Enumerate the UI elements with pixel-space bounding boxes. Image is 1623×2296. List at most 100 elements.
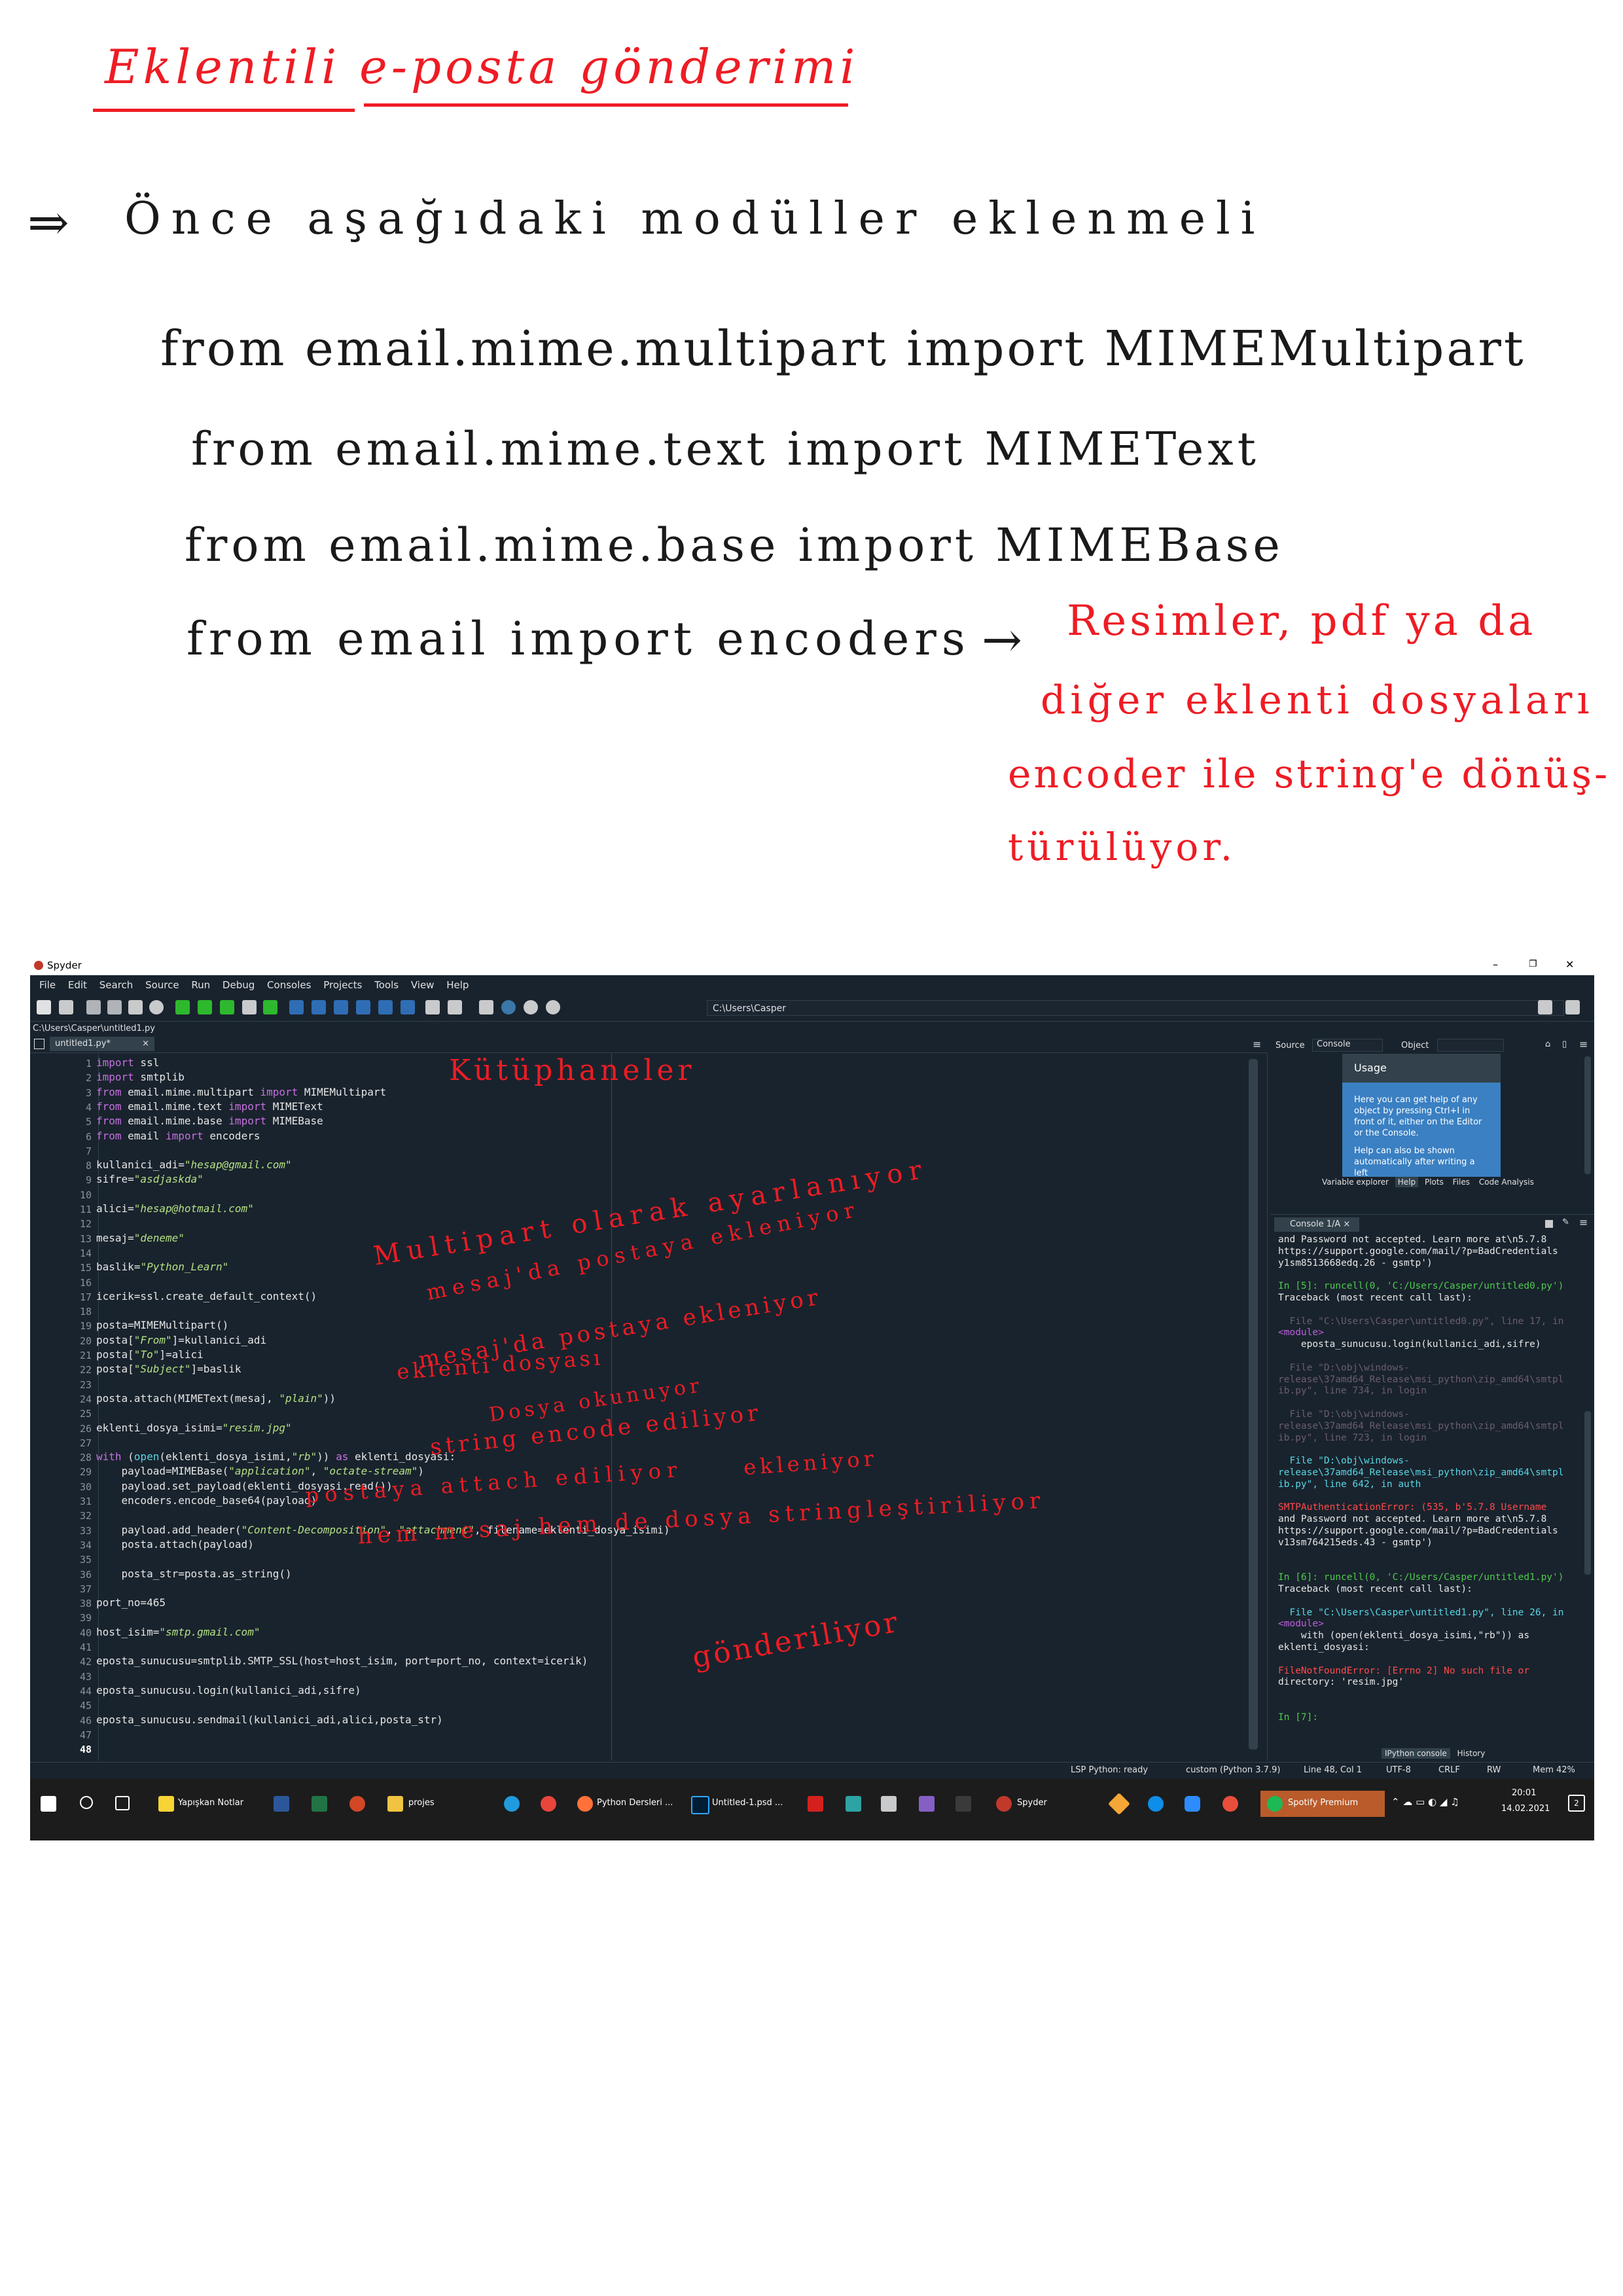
spotify-icon[interactable] (1267, 1796, 1283, 1812)
list-icon[interactable] (128, 1000, 143, 1014)
taskbar-app-python-dersleri[interactable]: Python Dersleri ... (597, 1792, 673, 1814)
menu-run[interactable]: Run (191, 975, 210, 995)
excel-icon[interactable] (312, 1796, 327, 1812)
fullscreen-icon[interactable] (448, 1000, 462, 1014)
stop-kernel-icon[interactable] (1545, 1220, 1553, 1228)
menu-view[interactable]: View (411, 975, 435, 995)
save-icon[interactable] (86, 1000, 101, 1014)
python-path-icon[interactable] (501, 1000, 516, 1014)
at-icon[interactable] (149, 1000, 164, 1014)
menu-debug[interactable]: Debug (223, 975, 255, 995)
menu-source[interactable]: Source (145, 975, 179, 995)
continue-icon[interactable] (378, 1000, 393, 1014)
rerun-icon[interactable] (263, 1000, 277, 1014)
menu-projects[interactable]: Projects (323, 975, 362, 995)
windows-start-icon[interactable] (41, 1796, 56, 1812)
stop-debug-icon[interactable] (401, 1000, 415, 1014)
taskbar-app-spyder[interactable]: Spyder (1017, 1792, 1047, 1814)
step-icon[interactable] (312, 1000, 326, 1014)
forward-arrow-icon[interactable] (546, 1000, 560, 1014)
help-scrollbar[interactable] (1584, 1056, 1591, 1174)
tab-console-1a[interactable]: Console 1/A × (1274, 1217, 1359, 1232)
tools-icon[interactable] (881, 1796, 897, 1812)
edge-icon[interactable] (504, 1796, 520, 1812)
word-icon[interactable] (274, 1796, 289, 1812)
run-cell-advance-icon[interactable] (220, 1000, 234, 1014)
taskbar-app-sticky-notes[interactable]: Yapışkan Notlar (178, 1792, 243, 1814)
app-diamond-icon[interactable] (1108, 1793, 1130, 1815)
clear-console-icon[interactable]: ✎ (1562, 1217, 1569, 1227)
restore-button[interactable]: ❐ (1529, 959, 1537, 969)
search-icon[interactable] (80, 1796, 93, 1809)
source-select[interactable]: Console (1312, 1039, 1383, 1052)
browse-tabs-icon[interactable] (34, 1039, 45, 1049)
tab-history[interactable]: History (1454, 1748, 1489, 1759)
terminal-icon[interactable] (955, 1796, 971, 1812)
menu-file[interactable]: File (39, 975, 56, 995)
visual-studio-icon[interactable] (919, 1796, 935, 1812)
record-icon[interactable] (1222, 1796, 1238, 1812)
tab-untitled1[interactable]: untitled1.py* × (50, 1037, 154, 1051)
run-icon[interactable] (175, 1000, 190, 1014)
run-selection-icon[interactable] (242, 1000, 257, 1014)
console-scrollbar[interactable] (1584, 1411, 1591, 1575)
task-view-icon[interactable] (115, 1796, 130, 1810)
object-input[interactable] (1437, 1039, 1504, 1052)
powerpoint-icon[interactable] (349, 1796, 365, 1812)
step-into-icon[interactable] (334, 1000, 348, 1014)
preferences-icon[interactable] (479, 1000, 493, 1014)
working-directory-input[interactable]: C:\Users\Casper (707, 1000, 1564, 1016)
firefox-icon[interactable] (577, 1796, 593, 1812)
teamviewer-icon[interactable] (1148, 1796, 1164, 1812)
home-icon[interactable]: ⌂ (1545, 1039, 1550, 1049)
tab-close-icon[interactable]: × (142, 1037, 149, 1051)
photoshop-icon[interactable] (691, 1796, 709, 1814)
menu-search[interactable]: Search (99, 975, 134, 995)
sticky-notes-icon[interactable] (158, 1796, 174, 1812)
acrobat-icon[interactable] (808, 1796, 823, 1812)
lock-icon[interactable]: ▯ (1562, 1039, 1567, 1049)
tab-variable-explorer[interactable]: Variable explorer (1319, 1177, 1391, 1187)
spyder-taskbar-icon[interactable] (996, 1796, 1012, 1812)
menu-edit[interactable]: Edit (68, 975, 87, 995)
clock-time[interactable]: 20:01 (1512, 1788, 1536, 1798)
editor-scrollbar[interactable] (1249, 1059, 1258, 1749)
taskbar-app-spotify[interactable]: Spotify Premium (1288, 1792, 1358, 1814)
taskbar-app-projes[interactable]: projes (408, 1792, 435, 1814)
close-button[interactable]: ✕ (1565, 958, 1574, 971)
maximize-pane-icon[interactable] (425, 1000, 440, 1014)
notification-icon[interactable]: 2 (1568, 1795, 1585, 1812)
line-number: 41 (79, 1641, 92, 1653)
tab-plots[interactable]: Plots (1421, 1177, 1446, 1187)
help-options-icon[interactable]: ≡ (1579, 1038, 1588, 1050)
app-3-icon[interactable] (846, 1796, 861, 1812)
line-number: 34 (79, 1539, 92, 1551)
menu-help[interactable]: Help (446, 975, 469, 995)
save-all-icon[interactable] (107, 1000, 122, 1014)
tab-code-analysis[interactable]: Code Analysis (1476, 1177, 1537, 1187)
code-editor[interactable]: 1 2 3 4 5 6 7 8 9 10 11 12 13 14 15 16 17 18 19 20 21 22 23 24 2… (30, 1054, 1268, 1761)
new-file-icon[interactable] (37, 1000, 51, 1014)
run-cell-icon[interactable] (198, 1000, 212, 1014)
menu-tools[interactable]: Tools (374, 975, 399, 995)
browse-folder-icon[interactable] (1538, 1000, 1552, 1014)
console-options-icon[interactable]: ≡ (1579, 1216, 1588, 1229)
line-number: 19 (79, 1320, 92, 1333)
menu-consoles[interactable]: Consoles (267, 975, 311, 995)
tab-files[interactable]: Files (1450, 1177, 1473, 1187)
tray-icons[interactable]: ⌃ ☁ ▭ ◐ ◢ ♫ (1391, 1796, 1459, 1808)
open-file-icon[interactable] (59, 1000, 73, 1014)
zoom-icon[interactable] (1185, 1796, 1200, 1812)
clock-date[interactable]: 14.02.2021 (1501, 1804, 1550, 1814)
minimize-button[interactable]: – (1493, 958, 1498, 971)
debug-icon[interactable] (289, 1000, 304, 1014)
taskbar-app-photoshop[interactable]: Untitled-1.psd ... (712, 1792, 783, 1814)
tab-ipython-console[interactable]: IPython console (1382, 1748, 1450, 1759)
tab-help[interactable]: Help (1395, 1177, 1419, 1187)
parent-folder-icon[interactable] (1565, 1000, 1580, 1014)
step-return-icon[interactable] (356, 1000, 370, 1014)
chrome-icon[interactable] (541, 1796, 556, 1812)
folder-icon[interactable] (387, 1796, 403, 1812)
back-arrow-icon[interactable] (524, 1000, 538, 1014)
editor-options-icon[interactable]: ≡ (1253, 1038, 1261, 1050)
